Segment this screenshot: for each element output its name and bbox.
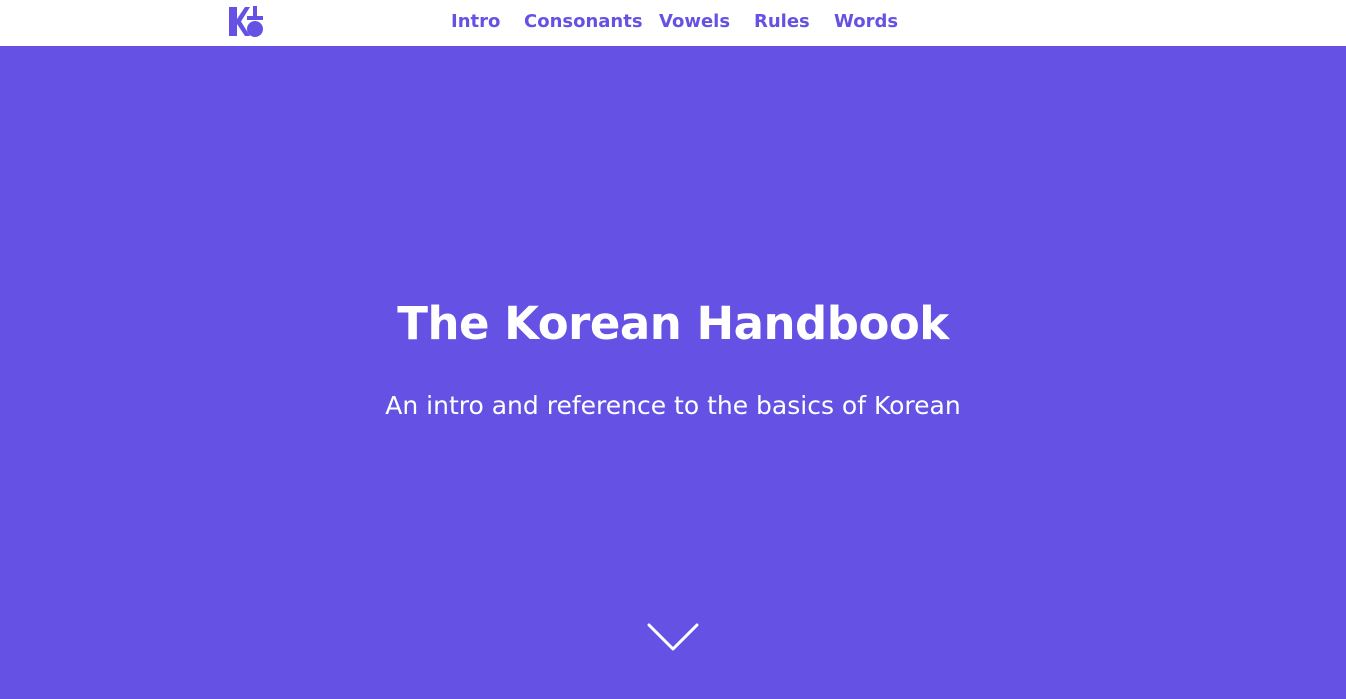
hero-section: The Korean Handbook An intro and referen…: [0, 46, 1346, 699]
top-navbar: Intro Consonants Vowels Rules Words: [0, 0, 1346, 46]
nav-link-intro[interactable]: Intro: [451, 11, 500, 33]
nav-link-consonants[interactable]: Consonants: [524, 11, 643, 33]
nav-link-rules[interactable]: Rules: [754, 11, 810, 33]
page-subtitle: An intro and reference to the basics of …: [385, 391, 961, 420]
nav-link-words[interactable]: Words: [834, 11, 898, 33]
chevron-down-icon: [647, 623, 699, 651]
main-nav: Intro Consonants Vowels Rules Words: [0, 0, 1346, 46]
nav-link-vowels[interactable]: Vowels: [659, 11, 730, 33]
page-title: The Korean Handbook: [397, 297, 949, 350]
scroll-down-button[interactable]: [647, 621, 699, 653]
